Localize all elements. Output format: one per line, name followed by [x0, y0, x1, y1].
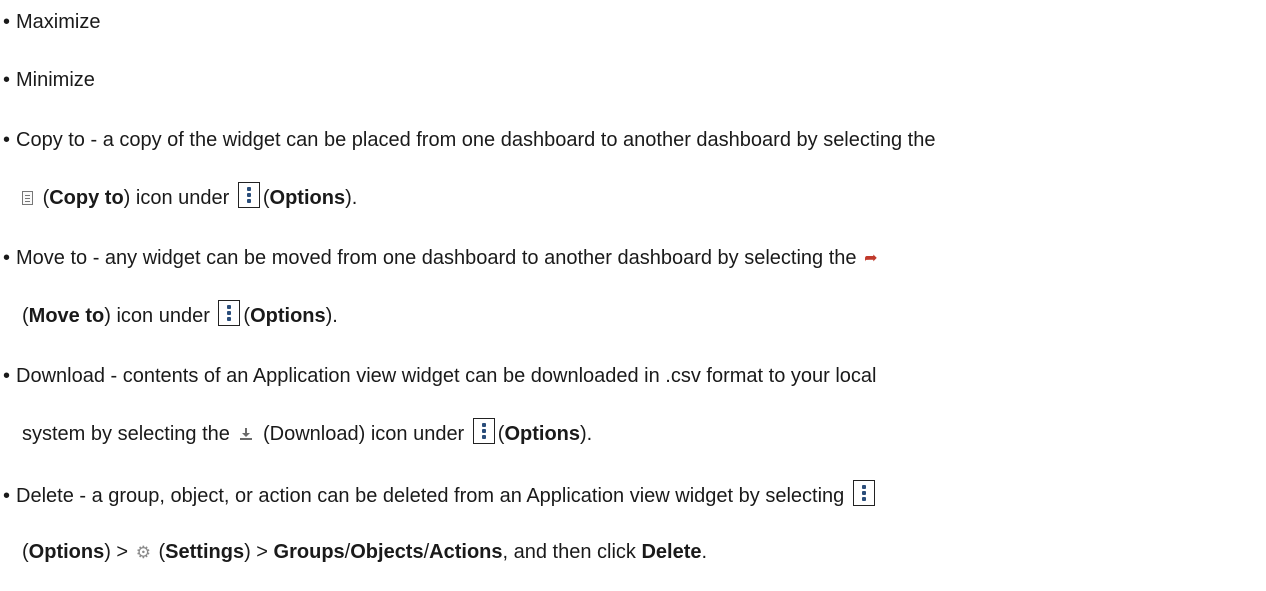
bullet: • — [3, 11, 11, 33]
bullet: • — [3, 485, 11, 507]
bullet: • — [3, 247, 11, 269]
delete-label: Delete — [641, 541, 702, 563]
copy-to-label: Copy to — [49, 187, 124, 209]
download-text: Download - contents of an Application vi… — [16, 365, 877, 387]
paren: ( — [22, 305, 29, 327]
options-kebab-icon — [472, 417, 495, 444]
delete-text: Delete - a group, object, or action can … — [16, 485, 845, 507]
list-item-delete: • Delete - a group, object, or action can… — [3, 479, 878, 510]
options-kebab-icon — [218, 299, 241, 326]
gear-icon: ⚙ — [135, 543, 151, 563]
bullet: • — [3, 69, 11, 91]
move-to-end: ). — [325, 305, 338, 327]
copy-to-text: Copy to - a copy of the widget can be pl… — [16, 129, 936, 151]
list-item-copy-to: • Copy to - a copy of the widget can be p… — [3, 126, 935, 154]
options-label: Options — [504, 423, 581, 445]
paren: ( — [22, 541, 29, 563]
delete-sep2: ) > — [244, 541, 268, 563]
groups-label: Groups — [273, 541, 345, 563]
options-label: Options — [28, 541, 105, 563]
download-text-b: system by selecting the — [22, 423, 230, 445]
paren: ( — [262, 187, 270, 209]
list-item-download: • Download - contents of an Application v… — [3, 362, 877, 390]
list-item-delete-cont: (Options) > ⚙ (Settings) > Groups/Object… — [22, 538, 707, 566]
list-item-minimize: • Minimize — [3, 66, 95, 94]
options-kebab-icon — [852, 479, 875, 506]
copy-to-end: ). — [345, 187, 358, 209]
document-copy-icon — [22, 190, 33, 205]
download-mid: (Download) icon under — [263, 423, 465, 445]
move-to-mid: ) icon under — [104, 305, 210, 327]
move-to-text: Move to - any widget can be moved from o… — [16, 247, 857, 269]
options-label: Options — [250, 305, 326, 327]
delete-then: , and then click — [502, 541, 636, 563]
settings-label: Settings — [165, 541, 245, 563]
list-item-move-to-cont: (Move to) icon under (Options). — [22, 299, 338, 330]
options-label: Options — [269, 187, 346, 209]
move-arrow-icon: ➦ — [864, 249, 878, 267]
period: . — [701, 541, 708, 563]
bullet: • — [3, 129, 11, 151]
download-icon — [240, 427, 253, 440]
list-item-maximize: • Maximize — [3, 8, 100, 36]
delete-sep1: ) > — [104, 541, 129, 563]
list-item-move-to: • Move to - any widget can be moved from … — [3, 244, 878, 272]
options-kebab-icon — [237, 181, 260, 208]
list-item-download-cont: system by selecting the (Download) icon … — [22, 417, 593, 448]
copy-to-mid: ) icon under — [123, 187, 230, 209]
minimize-text: Minimize — [16, 69, 95, 91]
list-item-copy-to-cont: (Copy to) icon under (Options). — [22, 181, 358, 212]
objects-label: Objects — [350, 541, 424, 563]
move-to-label: Move to — [28, 305, 105, 327]
download-end: ). — [580, 423, 593, 445]
maximize-text: Maximize — [16, 11, 101, 33]
bullet: • — [3, 365, 11, 387]
actions-label: Actions — [429, 541, 503, 563]
help-document: • Maximize • Minimize • Copy to - a copy of… — [0, 0, 1266, 591]
